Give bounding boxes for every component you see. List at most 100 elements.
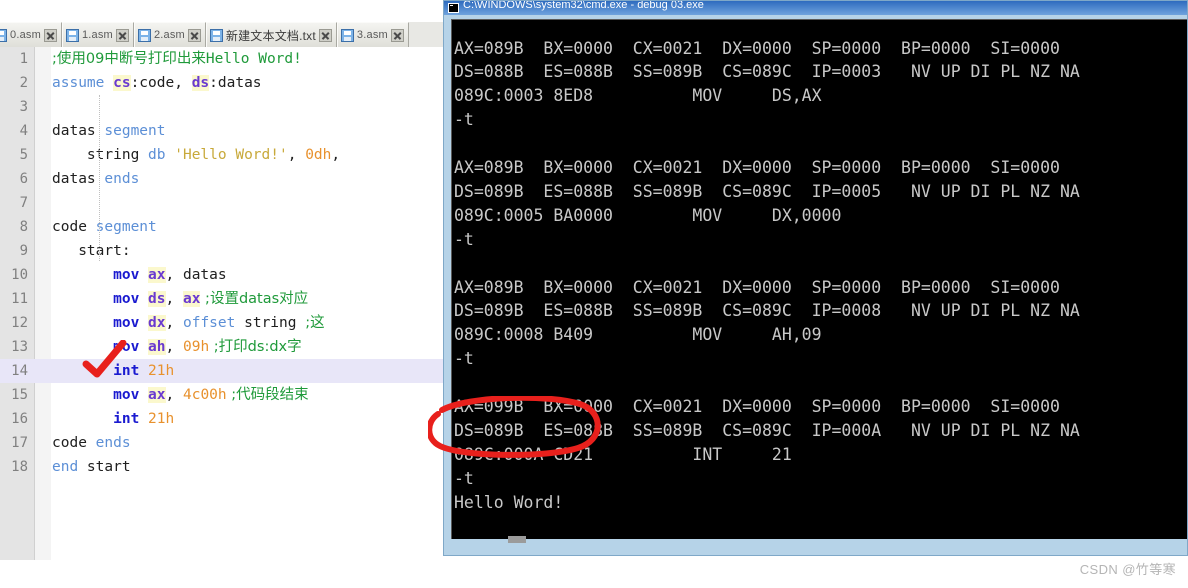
console-title-text: C:\WINDOWS\system32\cmd.exe - debug 03.e… [463, 1, 704, 11]
close-icon[interactable] [43, 28, 57, 42]
screenshot-root: 0.asm 1.asm 2.asm 新建文本文档.txt 3.asm 1 ;使用09中断号… [0, 0, 1188, 588]
code-line[interactable]: 17 code ends [0, 431, 452, 455]
code-token: code [52, 435, 96, 451]
line-number: 4 [19, 123, 28, 139]
code-token: datas [52, 171, 105, 187]
code-line[interactable]: 2 assume cs:code, ds:datas [0, 71, 452, 95]
code-line[interactable]: 8 code segment [0, 215, 452, 239]
line-number: 11 [11, 291, 28, 307]
save-disk-icon [65, 28, 79, 42]
console-scroll-nub[interactable] [508, 536, 526, 543]
console-title-bar[interactable]: C:\WINDOWS\system32\cmd.exe - debug 03.e… [444, 1, 1187, 15]
code-line-text: datas segment [52, 119, 166, 143]
code-token: dx [148, 315, 166, 331]
console-output-area[interactable]: AX=089B BX=0000 CX=0021 DX=0000 SP=0000 … [451, 19, 1187, 540]
code-line-text: ;使用09中断号打印出来Hello Word! [52, 47, 302, 71]
code-editor-window: 0.asm 1.asm 2.asm 新建文本文档.txt 3.asm 1 ;使用09中断号… [0, 0, 452, 560]
close-icon[interactable] [390, 28, 404, 42]
code-token: ;使用09中断号打印出来 [52, 51, 206, 67]
code-token: , [165, 315, 183, 331]
code-token: mov [113, 291, 140, 307]
editor-tab-3[interactable]: 新建文本文档.txt [205, 22, 337, 47]
code-line[interactable]: 18 end start [0, 455, 452, 479]
code-line-text: end start [52, 455, 131, 479]
code-token: ends [104, 171, 140, 187]
code-token: offset [182, 315, 236, 331]
line-number: 6 [19, 171, 28, 187]
code-line[interactable]: 16 int 21h [0, 407, 452, 431]
line-number: 16 [11, 411, 28, 427]
line-number: 14 [11, 363, 28, 379]
close-icon[interactable] [187, 28, 201, 42]
code-editor-area[interactable]: 1 ;使用09中断号打印出来Hello Word! 2 assume cs:code,… [0, 47, 452, 560]
editor-tab-0[interactable]: 0.asm [0, 22, 62, 47]
code-token: start [78, 459, 131, 475]
save-disk-icon [0, 28, 7, 42]
code-token: 21h [148, 411, 175, 427]
code-line[interactable]: 9 start: [0, 239, 452, 263]
line-number: 9 [19, 243, 28, 259]
code-lines[interactable]: 1 ;使用09中断号打印出来Hello Word! 2 assume cs:code,… [0, 47, 452, 479]
line-number: 5 [19, 147, 28, 163]
code-token: ;这 [305, 315, 325, 331]
code-token: assume [52, 75, 114, 91]
code-token: 0dh [305, 147, 332, 163]
code-line[interactable]: 5 string db 'Hello Word!', 0dh, [0, 143, 452, 167]
close-icon[interactable] [115, 28, 129, 42]
code-token: datas [52, 123, 105, 139]
editor-tab-1[interactable]: 1.asm [61, 22, 134, 47]
line-number: 2 [19, 75, 28, 91]
code-line[interactable]: 10 mov ax, datas [0, 263, 452, 287]
indent-guide [99, 95, 100, 261]
code-line[interactable]: 7 [0, 191, 452, 215]
editor-tab-label: 0.asm [10, 29, 41, 41]
code-line[interactable]: 6 datas ends [0, 167, 452, 191]
code-line-text: string db 'Hello Word!', 0dh, [52, 143, 340, 167]
line-number: 18 [11, 459, 28, 475]
code-line[interactable]: 11 mov ds, ax ;设置datas对应 [0, 287, 452, 311]
line-number: 13 [11, 339, 28, 355]
code-line[interactable]: 3 [0, 95, 452, 119]
code-line[interactable]: 4 datas segment [0, 119, 452, 143]
code-line-text: code ends [52, 431, 131, 455]
code-line-text: int 21h [52, 407, 174, 431]
code-token: ah [148, 339, 166, 355]
code-token: mov [113, 267, 140, 283]
line-number: 1 [19, 51, 28, 67]
code-token: , [165, 291, 183, 307]
line-number: 8 [19, 219, 28, 235]
code-line-text: start: [52, 239, 130, 263]
debug-console-window[interactable]: C:\WINDOWS\system32\cmd.exe - debug 03.e… [443, 0, 1188, 556]
editor-tab-label: 1.asm [81, 29, 113, 41]
code-line-text: datas ends [52, 167, 139, 191]
code-token: int [113, 411, 140, 427]
editor-tab-2[interactable]: 2.asm [133, 22, 206, 47]
code-line[interactable]: 13 mov ah, 09h ;打印ds:dx字 [0, 335, 452, 359]
code-token: 09h [182, 339, 210, 355]
close-icon[interactable] [318, 28, 332, 42]
editor-tab-label: 3.asm [356, 29, 388, 41]
code-token: segment [104, 123, 166, 139]
editor-tab-label: 新建文本文档.txt [225, 28, 316, 43]
code-token: :code, [130, 75, 192, 91]
code-token: string [52, 147, 149, 163]
code-line-text: mov dx, offset string ;这 [52, 311, 325, 335]
line-number: 15 [11, 387, 28, 403]
code-token: ds [191, 75, 210, 91]
code-line[interactable]: 1 ;使用09中断号打印出来Hello Word! [0, 47, 452, 71]
code-token: Hello Word! [205, 51, 302, 67]
code-line[interactable]: 12 mov dx, offset string ;这 [0, 311, 452, 335]
code-token: ;代码段结束 [226, 387, 309, 403]
code-token: 4c00h [182, 387, 227, 403]
editor-tab-bar[interactable]: 0.asm 1.asm 2.asm 新建文本文档.txt 3.asm [0, 22, 452, 48]
code-line[interactable]: 15 mov ax, 4c00h ;代码段结束 [0, 383, 452, 407]
code-line[interactable]: 14 int 21h [0, 359, 452, 383]
line-number: 17 [11, 435, 28, 451]
editor-tab-4[interactable]: 3.asm [336, 22, 409, 47]
code-line-text: assume cs:code, ds:datas [52, 71, 262, 95]
